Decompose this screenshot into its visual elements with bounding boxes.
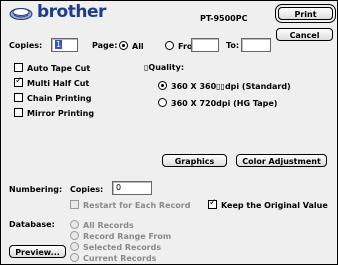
multi-half-cut-checkbox[interactable]: Multi Half Cut	[14, 76, 89, 88]
page-to-field[interactable]	[241, 38, 271, 52]
print-dialog: brother PT-9500PC Print Cancel Copies: 1…	[0, 0, 338, 265]
copies-label: Copies:	[9, 41, 43, 50]
current-records-radio[interactable]: Current Records	[70, 253, 156, 263]
printer-model: PT-9500PC	[200, 14, 248, 23]
copies-field[interactable]: 1	[51, 38, 78, 52]
color-adjustment-button[interactable]: Color Adjustment	[236, 154, 327, 167]
graphics-button[interactable]: Graphics	[162, 154, 227, 167]
page-to-label: To:	[226, 41, 240, 50]
print-button[interactable]: Print	[278, 7, 333, 20]
brand-logo: brother	[37, 2, 106, 22]
numbering-copies-label: Copies:	[70, 185, 104, 194]
quality-hg-radio[interactable]: 360 X 720dpi (HG Tape)	[158, 98, 277, 108]
copies-value: 1	[55, 40, 63, 49]
page-from-field[interactable]	[191, 38, 219, 52]
quality-label: ▯Quality:	[144, 63, 185, 72]
mirror-printing-checkbox[interactable]: Mirror Printing	[14, 108, 94, 118]
database-label: Database:	[9, 220, 55, 229]
keep-original-value-checkbox[interactable]: Keep the Original Value	[208, 198, 328, 210]
numbering-label: Numbering:	[9, 185, 63, 194]
preview-button[interactable]: Preview...	[9, 245, 66, 258]
page-label: Page:	[92, 41, 118, 50]
quality-standard-radio[interactable]: 360 X 360▯▯dpi (Standard)	[158, 81, 291, 91]
page-all-radio[interactable]: All	[119, 41, 144, 51]
chain-printing-checkbox[interactable]: Chain Printing	[14, 93, 91, 103]
auto-tape-cut-checkbox[interactable]: Auto Tape Cut	[14, 63, 90, 73]
restart-each-record-checkbox[interactable]: Restart for Each Record	[70, 200, 190, 210]
all-records-radio[interactable]: All Records	[70, 220, 134, 230]
record-range-radio[interactable]: Record Range From	[70, 231, 171, 241]
cancel-button[interactable]: Cancel	[276, 28, 333, 41]
printer-logo-icon	[9, 8, 33, 20]
numbering-copies-field[interactable]: 0	[112, 181, 152, 195]
selected-records-radio[interactable]: Selected Records	[70, 242, 161, 252]
